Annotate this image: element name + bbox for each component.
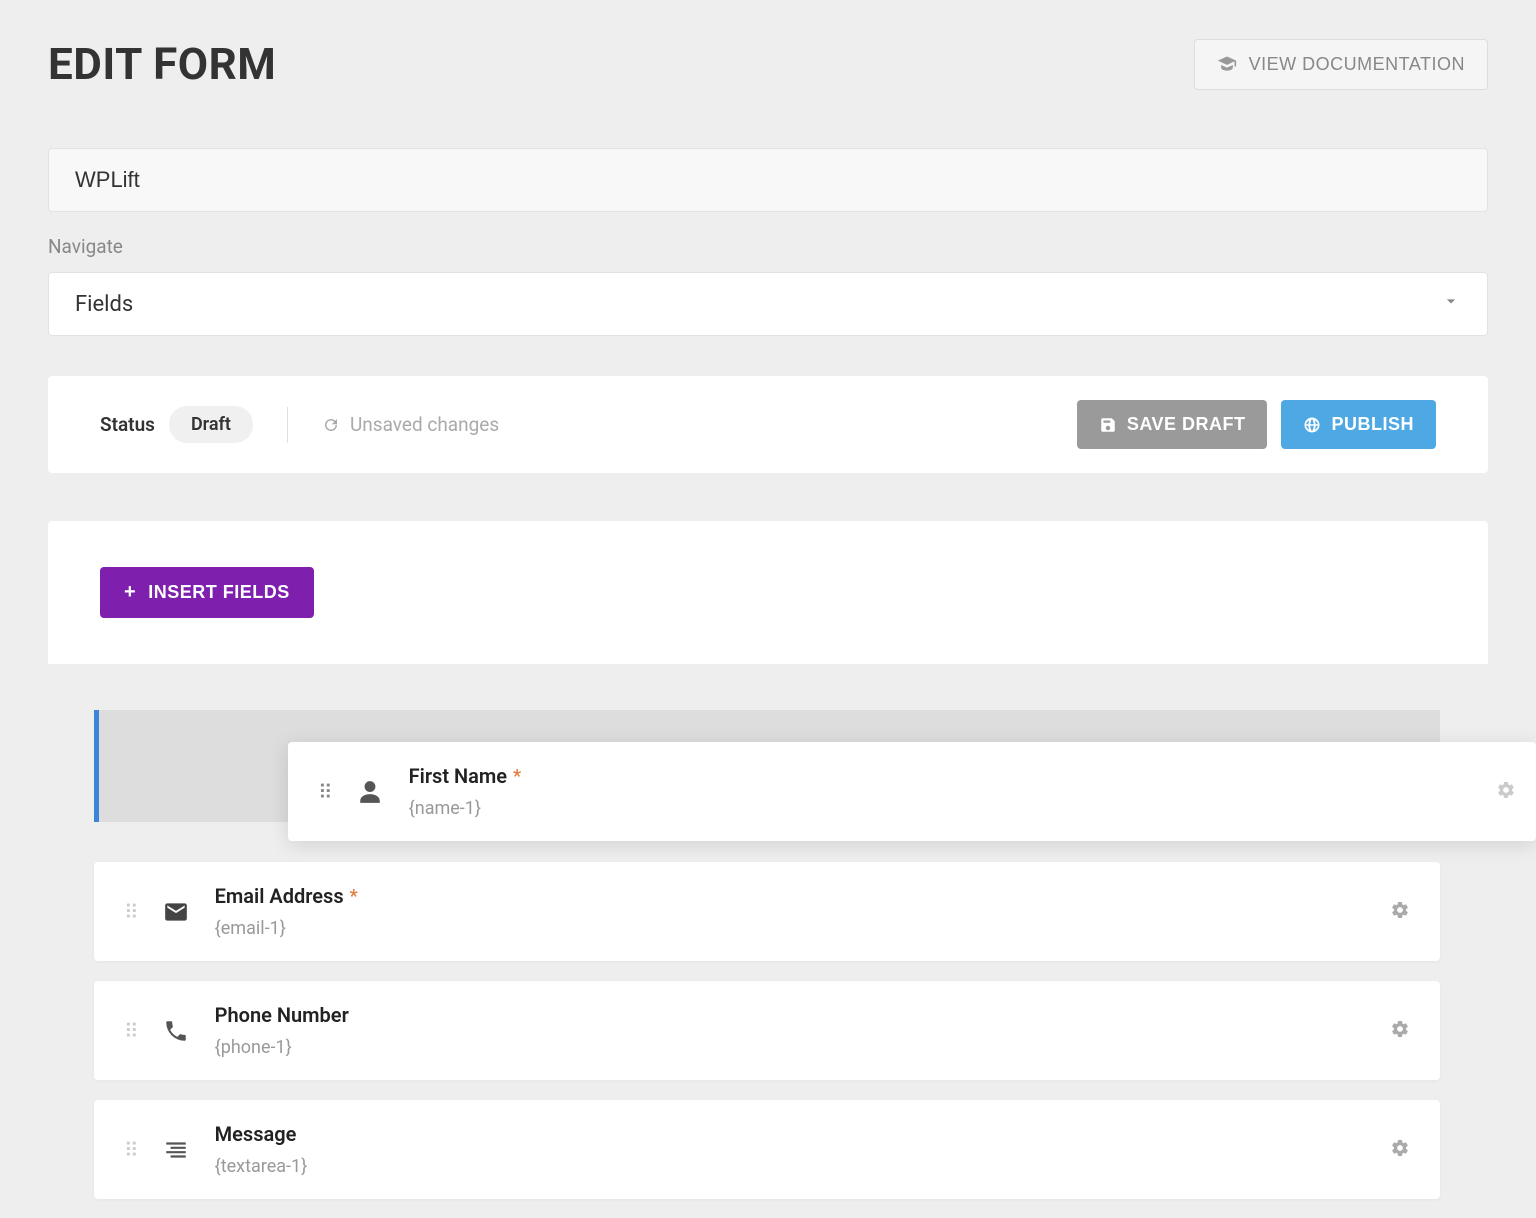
save-icon bbox=[1099, 416, 1117, 434]
field-slug: {name-1} bbox=[409, 798, 1496, 819]
form-canvas: ⠿ First Name * {name-1} ⠿ Email Address … bbox=[48, 664, 1488, 1199]
gear-icon bbox=[1496, 780, 1516, 800]
gear-icon bbox=[1390, 1019, 1410, 1039]
field-card[interactable]: ⠿ Phone Number {phone-1} bbox=[94, 981, 1440, 1080]
gear-icon bbox=[1390, 1138, 1410, 1158]
insert-fields-button[interactable]: + INSERT FIELDS bbox=[100, 567, 314, 618]
textarea-icon bbox=[163, 1137, 189, 1163]
plus-icon: + bbox=[124, 581, 136, 604]
field-settings-button[interactable] bbox=[1390, 1019, 1410, 1043]
navigate-value: Fields bbox=[75, 292, 133, 317]
phone-icon bbox=[163, 1018, 189, 1044]
required-star: * bbox=[513, 766, 521, 787]
field-slug: {email-1} bbox=[215, 918, 1390, 939]
field-slug: {phone-1} bbox=[215, 1037, 1390, 1058]
globe-icon bbox=[1303, 416, 1321, 434]
page-title: EDIT FORM bbox=[48, 38, 276, 90]
status-bar: Status Draft Unsaved changes SAVE DRAFT … bbox=[48, 376, 1488, 473]
field-slug: {textarea-1} bbox=[215, 1156, 1390, 1177]
drag-handle-icon[interactable]: ⠿ bbox=[124, 900, 141, 924]
navigate-label: Navigate bbox=[48, 235, 1488, 258]
field-settings-button[interactable] bbox=[1390, 900, 1410, 924]
chevron-down-icon bbox=[1441, 291, 1461, 317]
gear-icon bbox=[1390, 900, 1410, 920]
required-star: * bbox=[350, 886, 358, 907]
view-documentation-label: VIEW DOCUMENTATION bbox=[1249, 54, 1465, 75]
publish-button[interactable]: PUBLISH bbox=[1281, 400, 1436, 449]
form-name-input[interactable] bbox=[48, 148, 1488, 212]
drag-handle-icon[interactable]: ⠿ bbox=[318, 780, 335, 804]
drag-handle-icon[interactable]: ⠿ bbox=[124, 1138, 141, 1162]
field-card[interactable]: ⠿ Message {textarea-1} bbox=[94, 1100, 1440, 1199]
field-label: Message bbox=[215, 1122, 297, 1146]
field-card[interactable]: ⠿ Email Address * {email-1} bbox=[94, 862, 1440, 961]
divider bbox=[287, 407, 288, 443]
unsaved-changes: Unsaved changes bbox=[322, 413, 499, 436]
status-label: Status bbox=[100, 413, 155, 436]
save-draft-button[interactable]: SAVE DRAFT bbox=[1077, 400, 1268, 449]
field-label: First Name bbox=[409, 764, 507, 788]
field-card-dragging[interactable]: ⠿ First Name * {name-1} bbox=[288, 742, 1536, 841]
navigate-select[interactable]: Fields bbox=[48, 272, 1488, 336]
field-settings-button[interactable] bbox=[1496, 780, 1516, 804]
drag-handle-icon[interactable]: ⠿ bbox=[124, 1019, 141, 1043]
refresh-icon bbox=[322, 416, 340, 434]
user-icon bbox=[357, 779, 383, 805]
graduation-cap-icon bbox=[1217, 54, 1237, 74]
field-settings-button[interactable] bbox=[1390, 1138, 1410, 1162]
insert-bar: + INSERT FIELDS bbox=[48, 521, 1488, 664]
field-label: Email Address bbox=[215, 884, 344, 908]
field-label: Phone Number bbox=[215, 1003, 349, 1027]
view-documentation-button[interactable]: VIEW DOCUMENTATION bbox=[1194, 39, 1488, 90]
status-pill: Draft bbox=[169, 406, 253, 443]
mail-icon bbox=[163, 899, 189, 925]
